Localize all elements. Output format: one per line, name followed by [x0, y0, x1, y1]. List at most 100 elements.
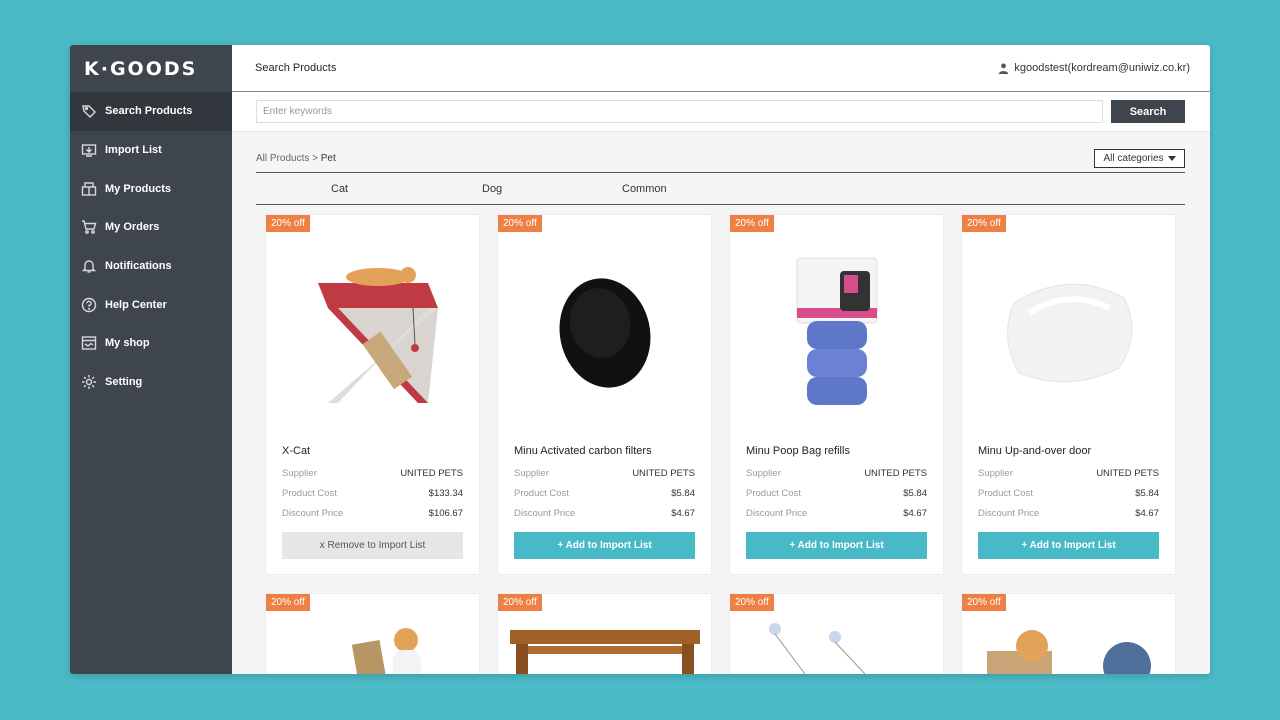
logo[interactable]: K·GOODS [70, 45, 232, 92]
supplier-row: Supplier UNITED PETS [978, 468, 1159, 479]
discount-label: Discount Price [282, 508, 344, 519]
product-card[interactable]: 20% off [729, 593, 944, 674]
supplier-row: Supplier UNITED PETS [514, 468, 695, 479]
cost-label: Product Cost [746, 488, 801, 499]
product-card[interactable]: 20% off Minu Poop Bag refills Supplier UN… [729, 214, 944, 575]
supplier-value: UNITED PETS [1096, 468, 1159, 479]
add-to-import-list-button[interactable]: + Add to Import List [514, 532, 695, 559]
remove-from-import-list-button[interactable]: x Remove to Import List [282, 532, 463, 559]
cost-row: Product Cost $5.84 [514, 488, 695, 499]
product-name[interactable]: Minu Up-and-over door [978, 445, 1091, 457]
supplier-label: Supplier [282, 468, 317, 479]
tab-common[interactable]: Common [622, 183, 667, 195]
sidebar-item-search-products[interactable]: Search Products [70, 92, 232, 131]
sidebar-item-label: Setting [105, 376, 143, 389]
discount-row: Discount Price $4.67 [746, 508, 927, 519]
discount-value: $4.67 [671, 508, 695, 519]
product-image-door[interactable] [962, 233, 1175, 433]
supplier-value: UNITED PETS [400, 468, 463, 479]
page-title: Search Products [255, 62, 337, 74]
discount-label: Discount Price [746, 508, 808, 519]
product-card[interactable]: 20% off Minu Activated carbon filters Su… [497, 214, 712, 575]
top-header: Search Products kgoodstest(kordream@uniw… [232, 45, 1210, 92]
sidebar-item-label: Notifications [105, 260, 172, 273]
breadcrumb-separator: > [309, 152, 321, 164]
category-select-value: All categories [1103, 152, 1164, 164]
cost-row: Product Cost $5.84 [746, 488, 927, 499]
tab-dog[interactable]: Dog [482, 183, 502, 195]
discount-badge: 20% off [962, 215, 1006, 232]
sidebar-item-setting[interactable]: Setting [70, 363, 232, 402]
product-image-cat-post[interactable] [351, 622, 431, 674]
discount-badge: 20% off [498, 594, 542, 611]
discount-badge: 20% off [266, 594, 310, 611]
discount-label: Discount Price [978, 508, 1040, 519]
sidebar-item-notifications[interactable]: Notifications [70, 247, 232, 286]
sidebar-item-label: My shop [105, 337, 150, 350]
caret-down-icon [1167, 155, 1176, 161]
discount-badge: 20% off [730, 215, 774, 232]
sidebar-item-import-list[interactable]: Import List [70, 131, 232, 170]
app-window: K·GOODS Search Products Import List My P… [70, 45, 1210, 674]
product-card[interactable]: 20% off X-Cat Supplier UNITED PETS Produ… [265, 214, 480, 575]
cost-label: Product Cost [978, 488, 1033, 499]
breadcrumb-current: Pet [320, 152, 336, 164]
discount-label: Discount Price [514, 508, 576, 519]
discount-badge: 20% off [962, 594, 1006, 611]
product-card[interactable]: 20% off [497, 593, 712, 674]
supplier-value: UNITED PETS [632, 468, 695, 479]
user-email: kgoodstest(kordream@uniwiz.co.kr) [1014, 62, 1190, 74]
supplier-row: Supplier UNITED PETS [282, 468, 463, 479]
sidebar-item-my-shop[interactable]: My shop [70, 324, 232, 363]
supplier-label: Supplier [746, 468, 781, 479]
tab-cat[interactable]: Cat [331, 183, 348, 195]
supplier-row: Supplier UNITED PETS [746, 468, 927, 479]
category-select[interactable]: All categories [1094, 148, 1185, 168]
product-image-poop-bags[interactable] [730, 233, 943, 433]
cost-label: Product Cost [282, 488, 337, 499]
sidebar-item-label: My Orders [105, 221, 160, 234]
main-content: Search All Products > Pet All categories… [232, 92, 1210, 674]
product-image-cat-scratcher[interactable] [266, 233, 479, 433]
sidebar-item-my-products[interactable]: My Products [70, 169, 232, 208]
add-to-import-list-button[interactable]: + Add to Import List [746, 532, 927, 559]
supplier-label: Supplier [514, 468, 549, 479]
discount-row: Discount Price $4.67 [514, 508, 695, 519]
product-name[interactable]: X-Cat [282, 445, 310, 457]
cost-row: Product Cost $133.34 [282, 488, 463, 499]
sidebar-item-label: Import List [105, 144, 162, 157]
cost-value: $5.84 [1135, 488, 1159, 499]
product-image-wooden-table[interactable] [510, 630, 700, 674]
breadcrumb-root[interactable]: All Products [256, 153, 309, 164]
search-button[interactable]: Search [1111, 100, 1185, 123]
discount-value: $4.67 [1135, 508, 1159, 519]
user-icon [999, 63, 1009, 74]
discount-badge: 20% off [266, 215, 310, 232]
sidebar-item-my-orders[interactable]: My Orders [70, 208, 232, 247]
supplier-value: UNITED PETS [864, 468, 927, 479]
product-name[interactable]: Minu Activated carbon filters [514, 445, 652, 457]
search-input[interactable] [256, 100, 1104, 123]
discount-value: $4.67 [903, 508, 927, 519]
sidebar-item-label: My Products [105, 182, 172, 195]
cost-row: Product Cost $5.84 [978, 488, 1159, 499]
add-to-import-list-button[interactable]: + Add to Import List [978, 532, 1159, 559]
sidebar: K·GOODS Search Products Import List My P… [70, 45, 232, 674]
cost-value: $5.84 [671, 488, 695, 499]
bell-icon [80, 257, 98, 275]
user-account[interactable]: kgoodstest(kordream@uniwiz.co.kr) [998, 62, 1190, 74]
sidebar-item-help-center[interactable]: Help Center [70, 285, 232, 324]
cart-icon [80, 218, 98, 236]
discount-value: $106.67 [428, 508, 463, 519]
product-name[interactable]: Minu Poop Bag refills [746, 445, 850, 457]
discount-row: Discount Price $106.67 [282, 508, 463, 519]
product-card[interactable]: 20% off [265, 593, 480, 674]
product-image-suction-toy[interactable] [760, 619, 910, 674]
discount-row: Discount Price $4.67 [978, 508, 1159, 519]
product-card[interactable]: 20% off Minu Up-and-over door Supplier UN… [961, 214, 1176, 575]
product-card[interactable]: 20% off [961, 593, 1176, 674]
product-image-cat-box[interactable] [982, 626, 1162, 674]
sidebar-item-label: Help Center [105, 298, 167, 311]
import-icon [80, 141, 98, 159]
product-image-carbon-filter[interactable] [498, 233, 711, 433]
